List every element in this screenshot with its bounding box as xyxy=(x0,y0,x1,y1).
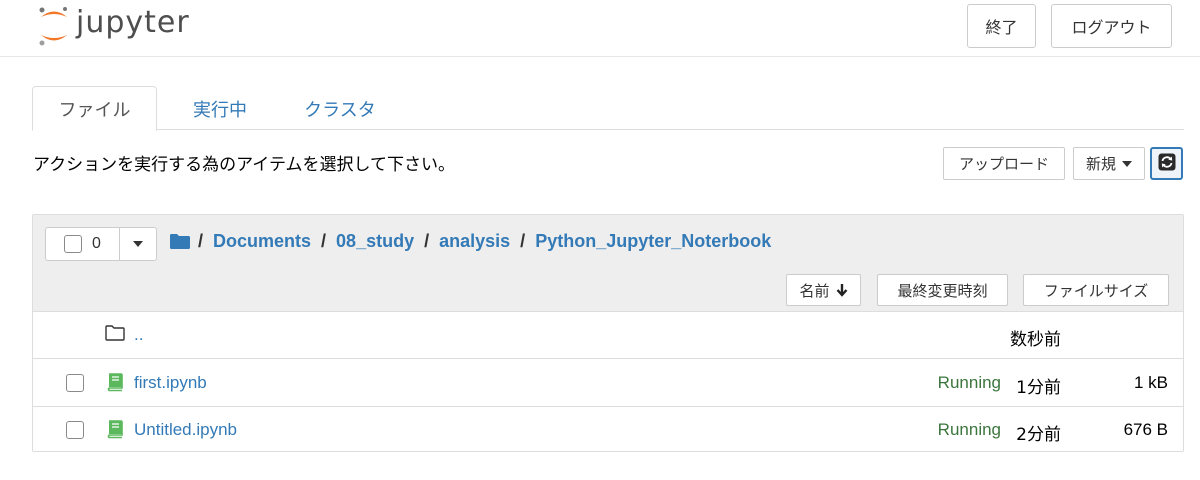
notebook-icon xyxy=(105,372,125,392)
breadcrumb-item-analysis[interactable]: analysis xyxy=(439,231,510,252)
breadcrumb-separator: / xyxy=(424,230,430,251)
file-list-header: 0 / Documents / 08_study / analysis / Py… xyxy=(33,215,1183,312)
modified-time: 2分前 xyxy=(1016,425,1061,445)
tab-files[interactable]: ファイル xyxy=(32,86,157,131)
list-item[interactable]: first.ipynb Running 1分前 1 kB xyxy=(33,360,1183,407)
breadcrumb: / Documents / 08_study / analysis / Pyth… xyxy=(170,229,771,253)
jupyter-logo-icon xyxy=(34,4,74,48)
select-menu-button[interactable] xyxy=(120,228,156,260)
sort-name-label: 名前 xyxy=(799,281,830,300)
breadcrumb-item-documents[interactable]: Documents xyxy=(213,231,311,252)
selected-count: 0 xyxy=(92,235,101,252)
tab-running[interactable]: 実行中 xyxy=(165,86,275,131)
list-item-parent[interactable]: .. 数秒前 xyxy=(33,312,1183,359)
select-all-toggle[interactable]: 0 xyxy=(46,228,120,260)
new-dropdown-button[interactable]: 新規 xyxy=(1073,147,1145,180)
new-button-label: 新規 xyxy=(1085,155,1116,173)
instruction-text: アクションを実行する為のアイテムを選択して下さい。 xyxy=(33,155,455,175)
logout-button[interactable]: ログアウト xyxy=(1051,4,1172,48)
folder-icon[interactable] xyxy=(170,233,190,249)
file-name-link[interactable]: Untitled.ipynb xyxy=(134,420,237,440)
parent-directory-link[interactable]: .. xyxy=(134,325,143,345)
sort-by-size-button[interactable]: ファイルサイズ xyxy=(1023,274,1169,306)
sort-by-modified-button[interactable]: 最終変更時刻 xyxy=(877,274,1008,306)
sort-by-name-button[interactable]: 名前 xyxy=(786,274,861,306)
refresh-button[interactable] xyxy=(1150,147,1183,180)
upload-button[interactable]: アップロード xyxy=(943,147,1065,180)
refresh-icon xyxy=(1158,153,1176,175)
breadcrumb-separator: / xyxy=(321,230,327,251)
breadcrumb-separator: / xyxy=(520,230,526,251)
breadcrumb-item-current[interactable]: Python_Jupyter_Noterbook xyxy=(535,231,771,252)
file-size: 1 kB xyxy=(1133,373,1168,392)
row-checkbox[interactable] xyxy=(66,374,84,392)
modified-time: 1分前 xyxy=(1016,378,1061,398)
header: jupyter 終了 ログアウト xyxy=(0,0,1200,57)
notebook-icon xyxy=(105,419,125,439)
select-all-group: 0 xyxy=(45,227,157,261)
file-name-link[interactable]: first.ipynb xyxy=(134,373,207,393)
row-checkbox[interactable] xyxy=(66,421,84,439)
folder-icon xyxy=(105,324,125,344)
chevron-down-icon xyxy=(133,241,143,247)
chevron-down-icon xyxy=(1122,160,1132,167)
arrow-down-icon xyxy=(836,283,848,297)
quit-button[interactable]: 終了 xyxy=(967,4,1036,48)
select-all-checkbox[interactable] xyxy=(64,235,82,253)
tab-clusters[interactable]: クラスタ xyxy=(275,86,405,131)
modified-time: 数秒前 xyxy=(1010,330,1061,350)
breadcrumb-item-08-study[interactable]: 08_study xyxy=(336,231,414,252)
tab-bar: ファイル 実行中 クラスタ xyxy=(32,86,1184,131)
file-list-panel: 0 / Documents / 08_study / analysis / Py… xyxy=(32,214,1184,452)
running-status: Running xyxy=(937,420,1001,439)
list-item[interactable]: Untitled.ipynb Running 2分前 676 B xyxy=(33,407,1183,454)
logo-text: jupyter xyxy=(76,4,190,40)
jupyter-logo[interactable]: jupyter xyxy=(34,4,190,48)
running-status: Running xyxy=(937,373,1001,392)
file-size: 676 B xyxy=(1123,420,1168,439)
breadcrumb-separator: / xyxy=(198,230,204,251)
